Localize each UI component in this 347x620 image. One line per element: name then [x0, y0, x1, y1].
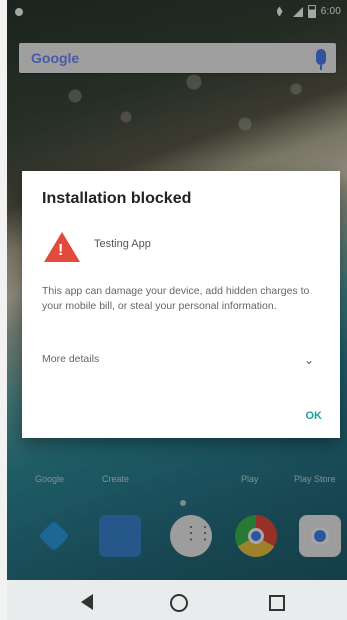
back-icon[interactable]: [77, 592, 97, 612]
warning-icon: [44, 232, 80, 262]
ok-button[interactable]: OK: [306, 410, 323, 422]
more-details-toggle[interactable]: More details: [42, 353, 99, 365]
recent-apps-icon[interactable]: [269, 595, 285, 611]
home-icon[interactable]: [170, 594, 188, 612]
app-name: Testing App: [94, 238, 151, 250]
dialog-title: Installation blocked: [42, 190, 192, 207]
installation-blocked-dialog: Installation blocked Testing App This ap…: [22, 171, 340, 438]
dialog-message: This app can damage your device, add hid…: [42, 285, 310, 312]
home-screen: 6:00 Google Google Create Play Play Stor…: [7, 0, 347, 620]
device-screenshot: 6:00 Google Google Create Play Play Stor…: [0, 0, 347, 620]
navigation-bar: [7, 580, 347, 620]
chevron-down-icon[interactable]: ⌄: [304, 353, 314, 367]
left-bezel: [0, 0, 7, 620]
